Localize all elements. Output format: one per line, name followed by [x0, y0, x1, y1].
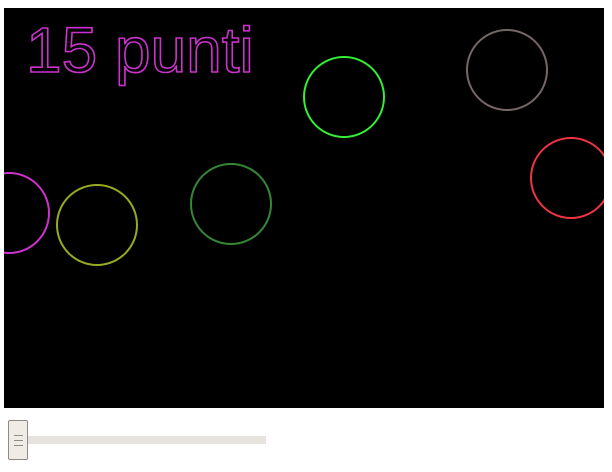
target-circle[interactable]	[56, 184, 138, 266]
slider-thumb[interactable]	[8, 420, 28, 460]
slider-track[interactable]	[8, 436, 266, 444]
grip-line	[14, 445, 23, 446]
target-circle[interactable]	[4, 172, 50, 254]
speed-slider[interactable]	[8, 420, 266, 462]
target-circle[interactable]	[530, 137, 604, 219]
grip-line	[14, 435, 23, 436]
grip-line	[14, 440, 23, 441]
score-text: 15 punti	[26, 14, 254, 86]
target-circle[interactable]	[303, 56, 385, 138]
target-circle[interactable]	[466, 29, 548, 111]
game-svg[interactable]: 15 punti	[4, 8, 604, 408]
game-canvas[interactable]: 15 punti	[4, 8, 604, 408]
target-circle[interactable]	[190, 163, 272, 245]
